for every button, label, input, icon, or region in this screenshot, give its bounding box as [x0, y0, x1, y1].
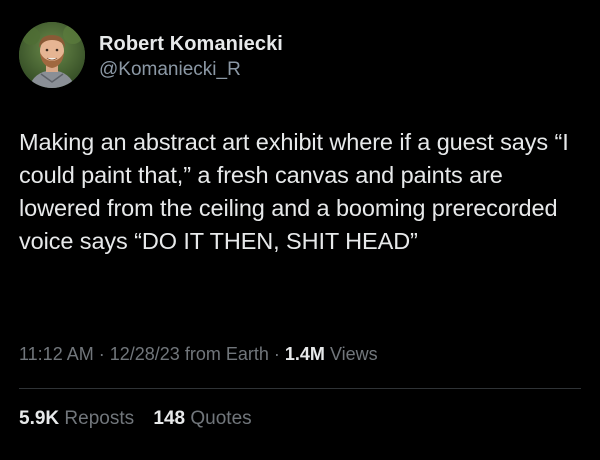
tweet-meta: 11:12 AM · 12/28/23 from Earth · 1.4M Vi…	[19, 342, 378, 366]
tweet-text: Making an abstract art exhibit where if …	[19, 129, 569, 254]
tweet-time[interactable]: 11:12 AM	[19, 344, 94, 364]
tweet-source: from Earth	[184, 344, 269, 364]
views-count: 1.4M	[284, 344, 325, 364]
profile-photo-icon	[19, 22, 85, 88]
tweet-header: Robert Komaniecki @Komaniecki_R	[19, 22, 283, 88]
quotes-stat[interactable]: 148 Quotes	[153, 406, 251, 432]
avatar[interactable]	[19, 22, 85, 88]
tweet: Robert Komaniecki @Komaniecki_R Making a…	[0, 0, 600, 460]
views-label: Views	[329, 344, 378, 364]
quotes-label: Quotes	[190, 408, 252, 429]
tweet-date[interactable]: 12/28/23	[110, 344, 180, 364]
author-display-name[interactable]: Robert Komaniecki	[99, 32, 283, 56]
reposts-label: Reposts	[64, 408, 135, 429]
author-handle[interactable]: @Komaniecki_R	[99, 57, 283, 83]
author-names: Robert Komaniecki @Komaniecki_R	[99, 32, 283, 83]
reposts-stat[interactable]: 5.9K Reposts	[19, 406, 134, 432]
reposts-count: 5.9K	[19, 408, 60, 429]
meta-separator: ·	[273, 344, 280, 364]
meta-separator: ·	[98, 344, 105, 364]
quotes-count: 148	[153, 408, 186, 429]
engagement-stats: 5.9K Reposts 148 Quotes	[19, 406, 266, 432]
divider	[19, 388, 581, 389]
